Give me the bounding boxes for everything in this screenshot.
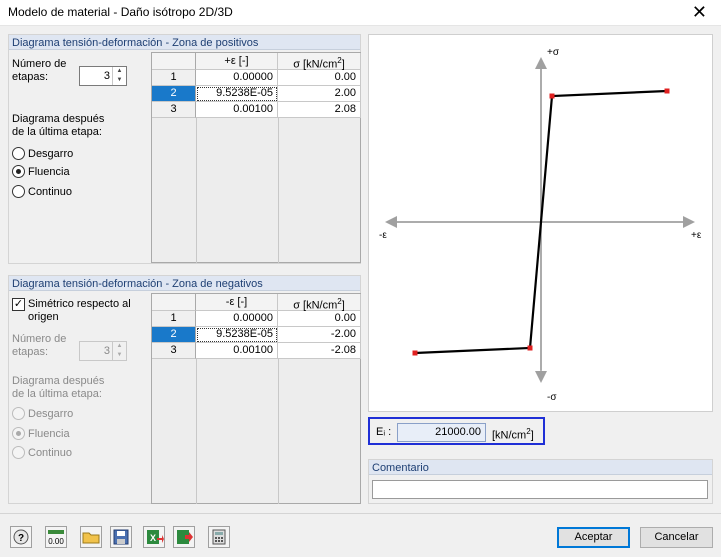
negative-cell-sigma[interactable]: 0.00 [278, 311, 361, 327]
negative-after-label-1: Diagrama después [12, 375, 105, 387]
symmetric-label-1: Simétrico respecto al [28, 298, 131, 310]
negative-zone-header: Diagrama tensión-deformación - Zona de n… [9, 276, 360, 291]
negative-steps-label-1: Número de [12, 333, 67, 345]
ei-label: Eᵢ : [376, 426, 392, 438]
symmetric-label-2: origen [28, 311, 59, 323]
negative-steps-spinner[interactable]: 3 ▲ ▼ [79, 341, 127, 361]
save-icon[interactable] [110, 526, 132, 548]
positive-cell-sigma[interactable]: 2.08 [278, 102, 361, 118]
ei-box: Eᵢ : 21000.00 [kN/cm2] [368, 417, 545, 445]
negative-radio-continuo[interactable] [12, 446, 25, 459]
spinner-up-icon[interactable]: ▲ [113, 342, 126, 351]
negative-radio-fluencia[interactable] [12, 427, 25, 440]
positive-cell-sigma[interactable]: 0.00 [278, 70, 361, 86]
comment-header: Comentario [369, 460, 712, 475]
positive-steps-label-2: etapas: [12, 71, 49, 83]
svg-text:?: ? [18, 533, 24, 544]
negative-row-number[interactable]: 3 [152, 343, 196, 359]
positive-label-desgarro: Desgarro [28, 148, 74, 160]
y-axis-neg-label: -σ [547, 392, 557, 403]
grid-line [196, 118, 197, 263]
positive-label-fluencia: Fluencia [28, 166, 70, 178]
positive-cell-eps[interactable]: 0.00000 [196, 70, 278, 86]
ei-unit: [kN/cm2] [492, 427, 534, 442]
cancel-button[interactable]: Cancelar [640, 527, 713, 548]
negative-label-continuo: Continuo [28, 447, 73, 459]
positive-cell-sigma[interactable]: 2.00 [278, 86, 361, 102]
positive-after-label-2: de la última etapa: [12, 126, 102, 138]
positive-col-sigma: σ [kN/cm2] [278, 53, 361, 71]
import-icon[interactable] [173, 526, 195, 548]
negative-after-label-2: de la última etapa: [12, 388, 102, 400]
negative-cell-sigma[interactable]: -2.08 [278, 343, 361, 359]
positive-steps-value: 3 [103, 70, 110, 82]
negative-cell-eps[interactable]: 0.00100 [196, 343, 278, 359]
positive-radio-desgarro[interactable] [12, 147, 25, 160]
svg-text:0.00: 0.00 [48, 537, 64, 546]
positive-steps-label-1: Número de [12, 58, 67, 70]
grid-line [196, 359, 197, 504]
positive-radio-fluencia[interactable] [12, 165, 25, 178]
spinner-down-icon[interactable]: ▼ [113, 76, 126, 85]
negative-cell-eps[interactable]: 9.5238E-05 [196, 327, 278, 343]
positive-zone-header: Diagrama tensión-deformación - Zona de p… [9, 35, 360, 50]
negative-col-eps: -ε [-] [196, 294, 278, 311]
calculator-icon[interactable] [208, 526, 230, 548]
close-icon[interactable]: ✕ [692, 2, 707, 22]
title-bar: Modelo de material - Daño isótropo 2D/3D… [0, 0, 721, 26]
curve-point-marker [412, 350, 418, 356]
accept-button[interactable]: Aceptar [557, 527, 630, 548]
grid-line [278, 118, 279, 263]
spinner-down-icon[interactable]: ▼ [113, 351, 126, 360]
positive-label-continuo: Continuo [28, 186, 73, 198]
open-folder-icon[interactable] [80, 526, 102, 548]
positive-after-label-1: Diagrama después [12, 113, 105, 125]
positive-cell-eps[interactable]: 9.5238E-05 [196, 86, 278, 102]
stress-strain-chart-panel: +σ -σ -ε +ε Eᵢ : 21000.00 [kN/cm2] [368, 34, 713, 445]
svg-text:X: X [150, 533, 156, 543]
comment-panel: Comentario [368, 459, 713, 504]
negative-label-fluencia: Fluencia [28, 428, 70, 440]
units-icon[interactable]: 0.00 [45, 526, 67, 548]
symmetric-checkbox[interactable]: ✓ [12, 298, 25, 311]
negative-table[interactable]: -ε [-] σ [kN/cm2] 1 0.00000 0.00 2 9.523… [151, 293, 361, 504]
positive-steps-spinner[interactable]: 3 ▲ ▼ [79, 66, 127, 86]
negative-col-sigma: σ [kN/cm2] [278, 294, 361, 312]
positive-row-number[interactable]: 1 [152, 70, 196, 86]
bottom-divider [0, 513, 721, 514]
spinner-buttons[interactable]: ▲ ▼ [112, 342, 126, 360]
comment-input[interactable] [372, 480, 708, 499]
grid-line [278, 359, 279, 504]
export-excel-icon[interactable]: X [143, 526, 165, 548]
positive-table-corner [152, 53, 196, 70]
curve-point-marker [664, 88, 670, 94]
ei-value[interactable]: 21000.00 [397, 423, 486, 442]
positive-table[interactable]: +ε [-] σ [kN/cm2] 1 0.00000 0.00 2 9.523… [151, 52, 361, 263]
negative-cell-eps[interactable]: 0.00000 [196, 311, 278, 327]
negative-label-desgarro: Desgarro [28, 408, 74, 420]
y-axis-pos-label: +σ [547, 47, 560, 58]
window-title: Modelo de material - Daño isótropo 2D/3D [8, 5, 233, 19]
spinner-buttons[interactable]: ▲ ▼ [112, 67, 126, 85]
positive-radio-continuo[interactable] [12, 185, 25, 198]
negative-row-number[interactable]: 1 [152, 311, 196, 327]
positive-row-number[interactable]: 2 [152, 86, 196, 102]
positive-row-number[interactable]: 3 [152, 102, 196, 118]
curve-point-marker [549, 93, 555, 99]
x-axis-pos-label: +ε [691, 230, 702, 241]
negative-steps-value: 3 [103, 345, 110, 357]
x-axis-neg-label: -ε [379, 230, 387, 241]
negative-radio-desgarro[interactable] [12, 407, 25, 420]
stress-strain-chart: +σ -σ -ε +ε [379, 47, 702, 403]
negative-table-corner [152, 294, 196, 311]
negative-steps-label-2: etapas: [12, 346, 49, 358]
curve-point-marker [527, 345, 533, 351]
spinner-up-icon[interactable]: ▲ [113, 67, 126, 76]
help-icon[interactable]: ? [10, 526, 32, 548]
negative-cell-sigma[interactable]: -2.00 [278, 327, 361, 343]
positive-col-eps: +ε [-] [196, 53, 278, 70]
negative-row-number[interactable]: 2 [152, 327, 196, 343]
positive-cell-eps[interactable]: 0.00100 [196, 102, 278, 118]
